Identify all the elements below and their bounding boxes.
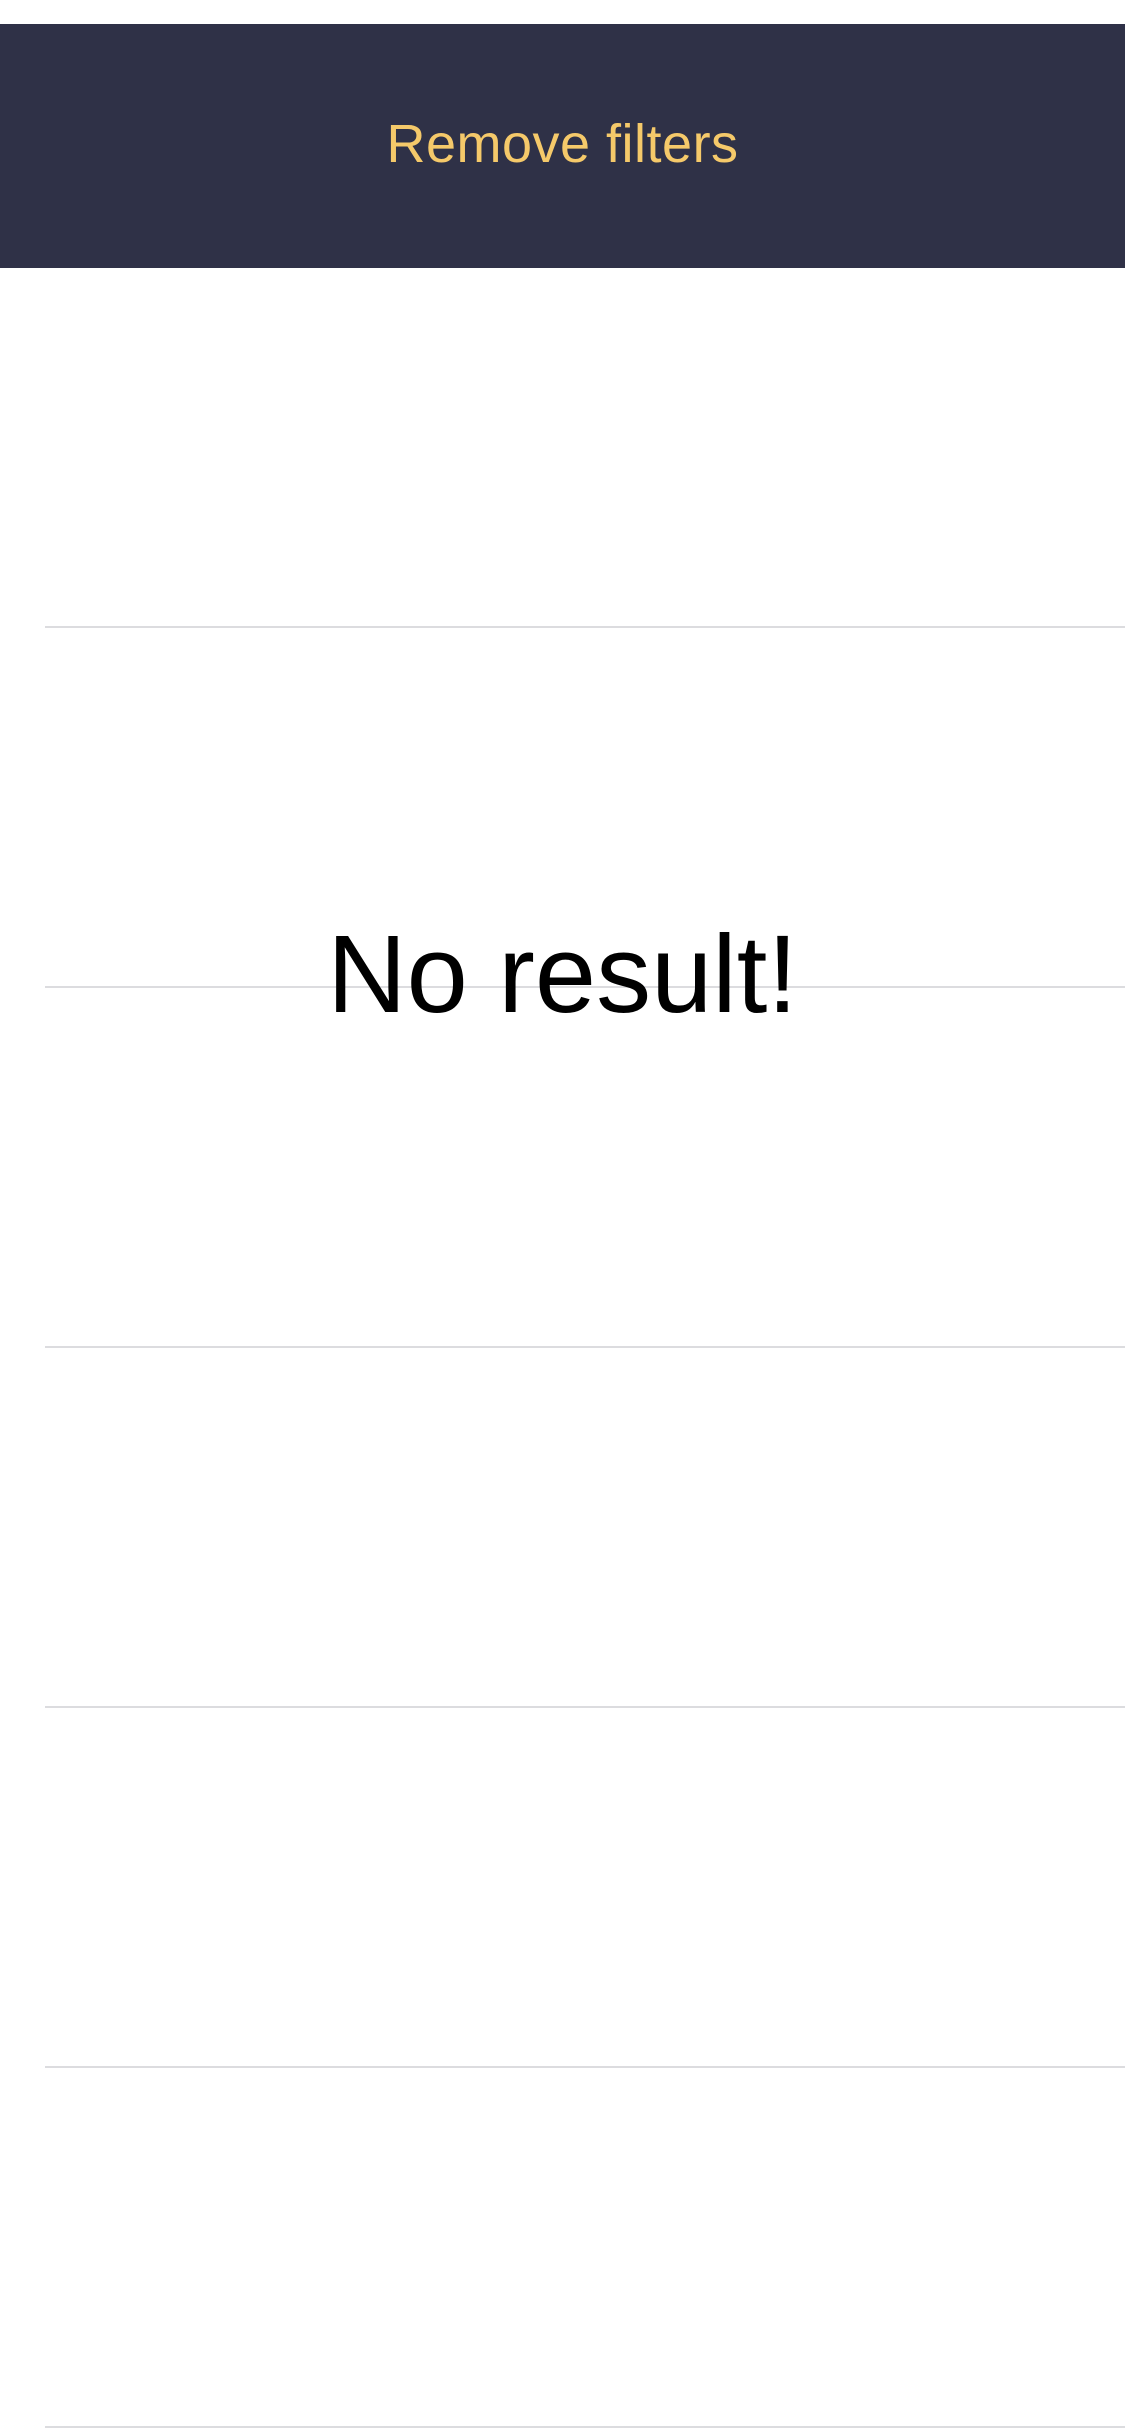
row-separator [45,2066,1125,2068]
row-separator [45,626,1125,628]
empty-state-message: No result! [327,913,798,1036]
results-list [0,268,1125,2436]
row-separator [45,1706,1125,1708]
remove-filters-button[interactable]: Remove filters [366,113,758,175]
row-separator [45,2426,1125,2428]
row-separator [45,1346,1125,1348]
filter-bar: Remove filters [0,24,1125,268]
status-bar-area [0,0,1125,24]
